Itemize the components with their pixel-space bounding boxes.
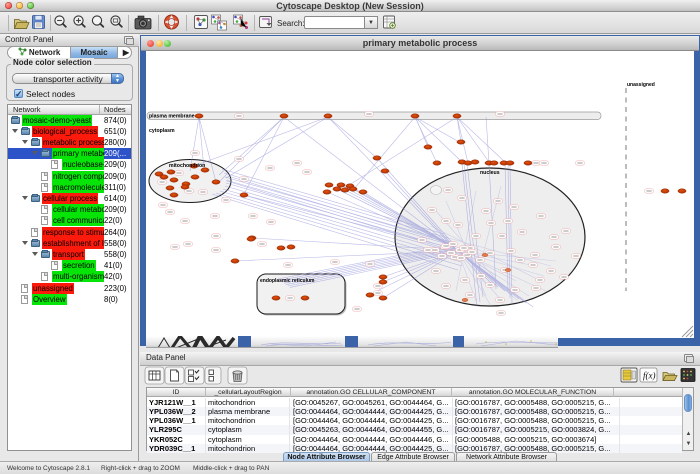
svg-text:plasma membrane: plasma membrane: [149, 114, 195, 120]
svg-text:unassigned: unassigned: [627, 82, 655, 88]
svg-text:f(x): f(x): [643, 371, 656, 381]
svg-text:mitochondrion: mitochondrion: [169, 163, 205, 169]
svg-text:nucleus: nucleus: [480, 170, 500, 176]
svg-text:cytoplasm: cytoplasm: [149, 128, 175, 134]
svg-text:endoplasmic reticulum: endoplasmic reticulum: [260, 278, 315, 284]
